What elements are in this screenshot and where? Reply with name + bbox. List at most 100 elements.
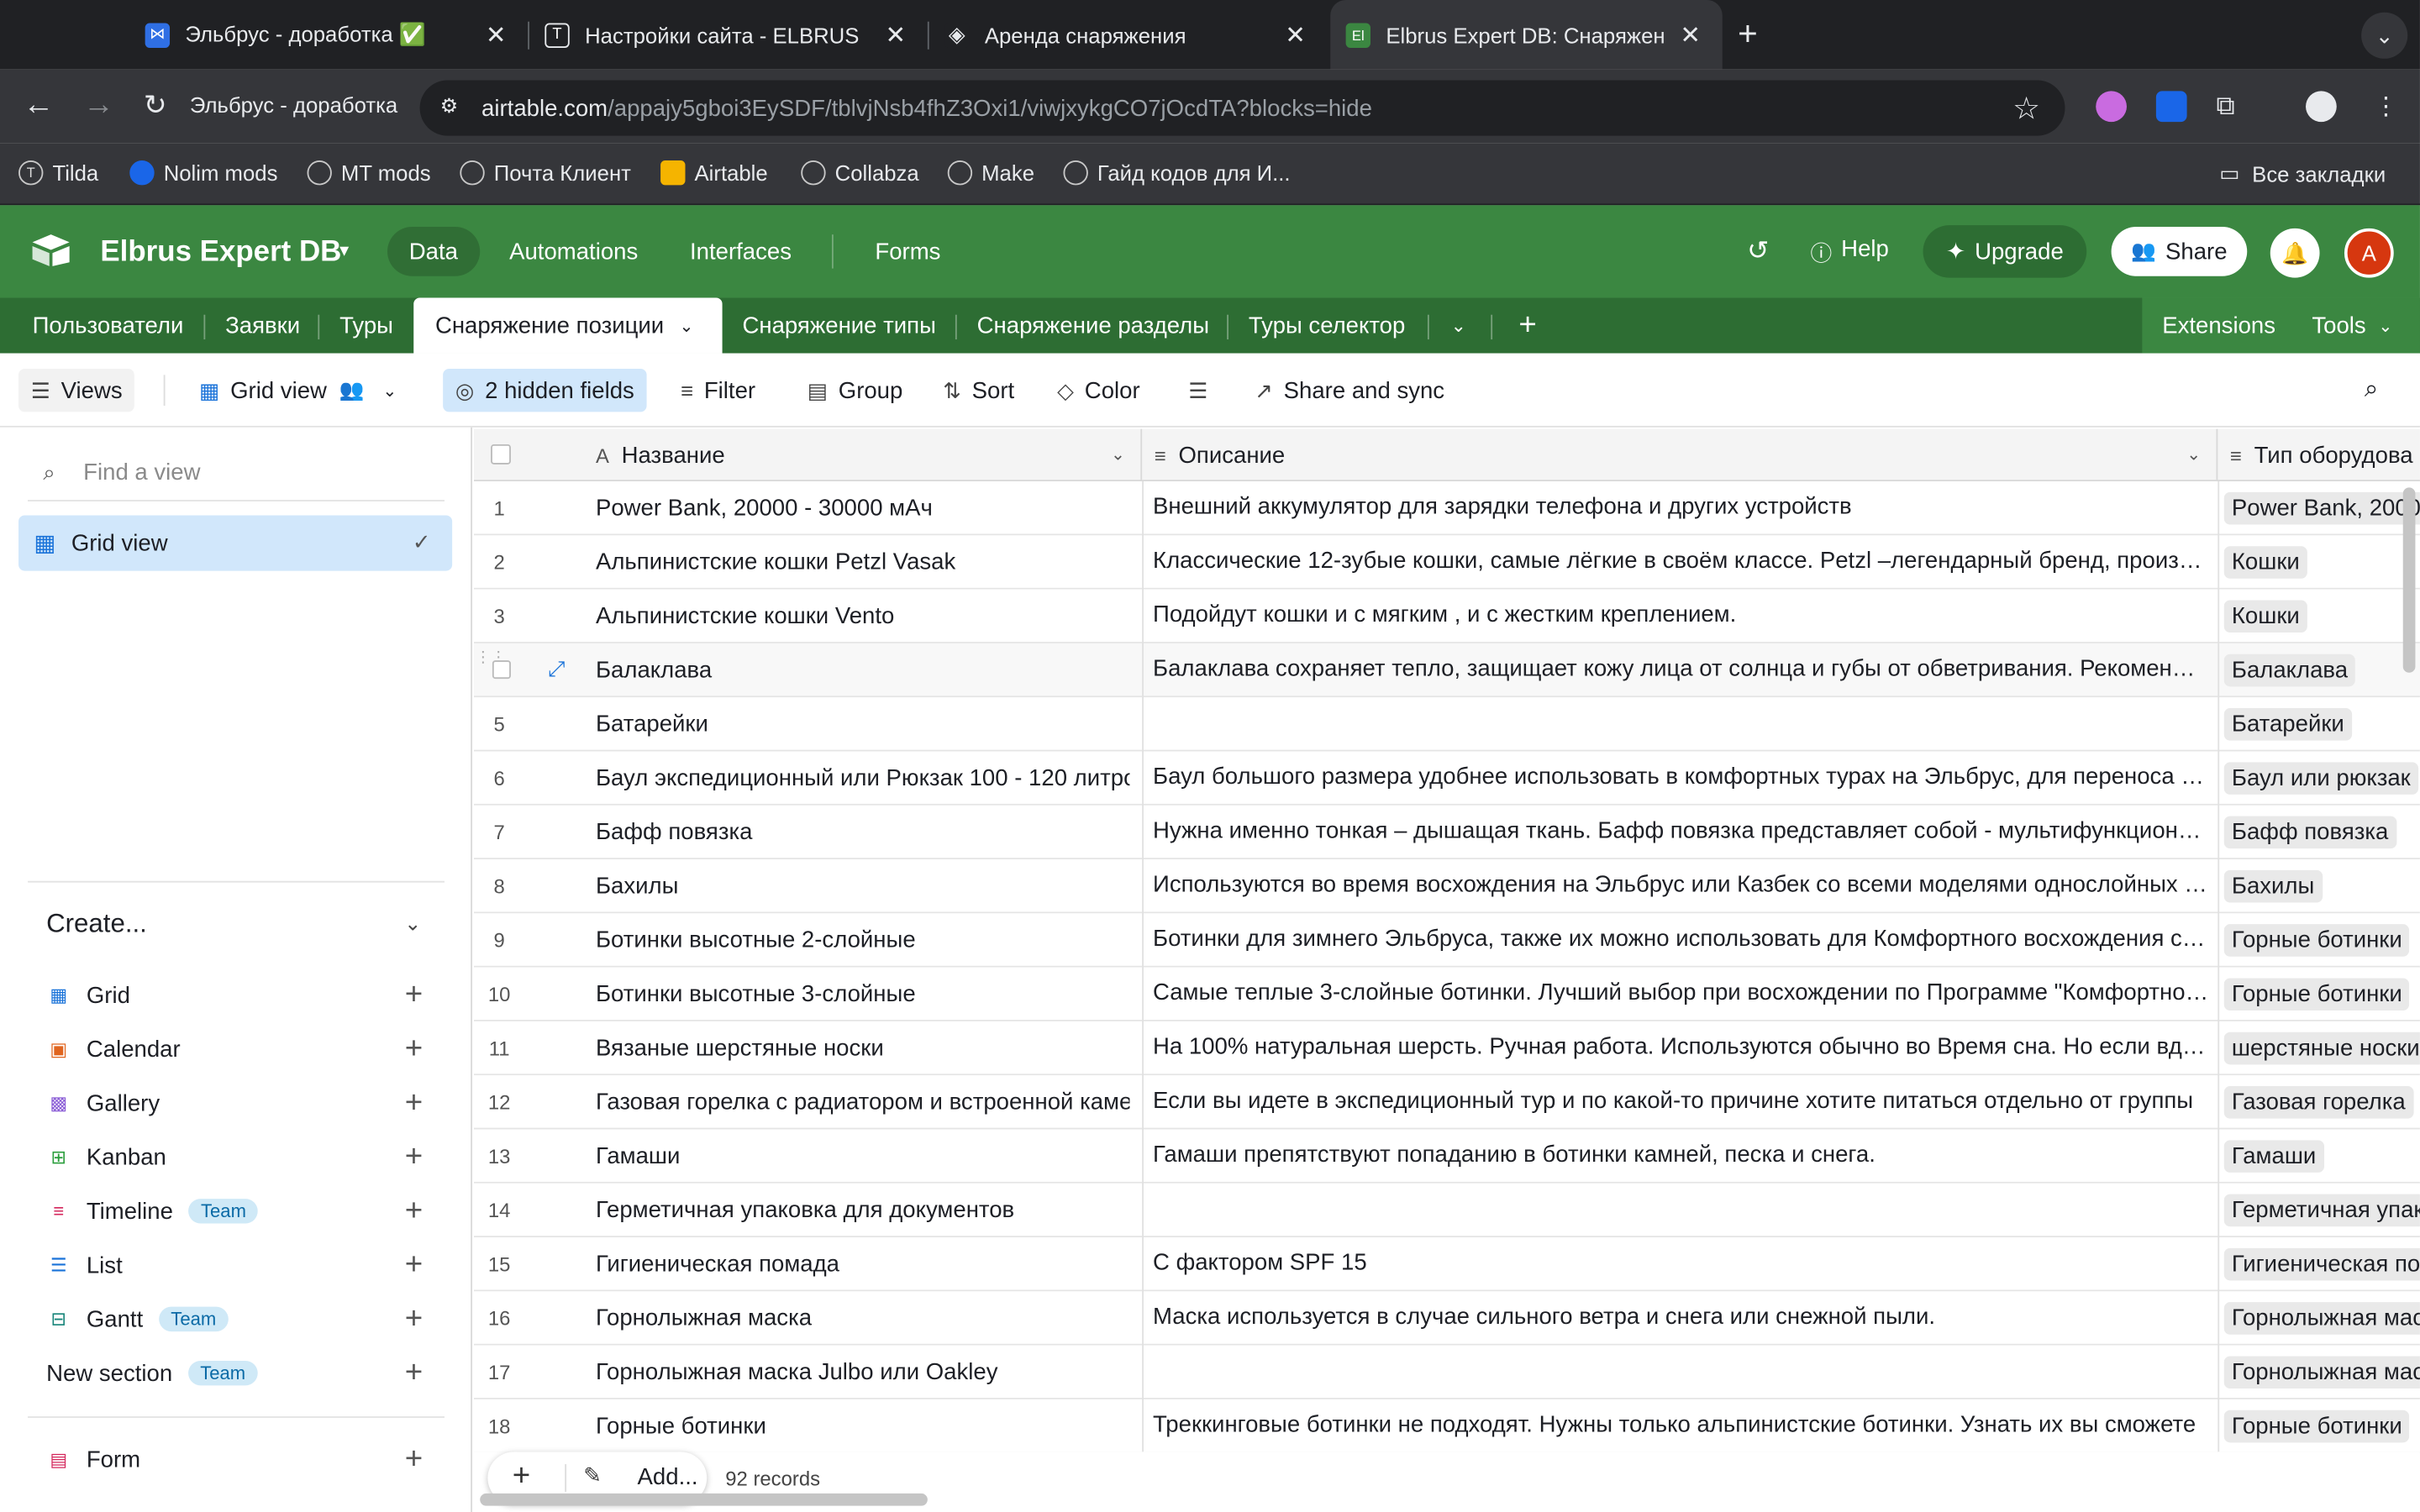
plus-icon[interactable]: + (405, 1139, 423, 1174)
table-row[interactable]: 3 Альпинистские кошки Vento Подойдут кошки… (473, 589, 2420, 643)
browser-tab[interactable]: T Настройки сайта - ELBRUS E ✕ (529, 0, 928, 70)
linked-record-chip[interactable]: Горнолыжная мас (2223, 1301, 2420, 1334)
create-new-section[interactable]: New section Team + (46, 1355, 432, 1392)
magic-wand-icon[interactable]: ✎ (583, 1462, 602, 1488)
cell-description[interactable] (1153, 697, 2208, 749)
cell-type[interactable]: Балаклава (2223, 643, 2420, 696)
reload-icon[interactable]: ↻ (144, 90, 167, 123)
plus-icon[interactable]: + (405, 1194, 423, 1229)
cell-type[interactable]: Горнолыжная мас (2223, 1346, 2420, 1398)
cell-description[interactable]: Гамаши препятствуют попаданию в ботинки … (1153, 1129, 2208, 1181)
bookmark-item[interactable]: Collabza (801, 160, 919, 186)
cell-description[interactable]: Самые теплые 3-слойные ботинки. Лучший в… (1153, 968, 2208, 1020)
table-row[interactable]: 5 Батарейки Батарейки (473, 697, 2420, 752)
plus-icon[interactable]: + (405, 1032, 423, 1067)
table-row[interactable]: 16 Горнолыжная маска Маска используется в … (473, 1291, 2420, 1346)
bookmark-item[interactable]: Почта Клиент (460, 160, 631, 186)
drag-handle-icon[interactable]: ⋮⋮ (476, 650, 507, 685)
browser-menu-icon[interactable]: ⋮ (2374, 91, 2398, 122)
linked-record-chip[interactable]: Горные ботинки (2223, 1409, 2410, 1442)
close-tab-icon[interactable]: ✕ (1285, 20, 1306, 51)
cell-name[interactable]: Горнолыжная маска Julbo или Oakley (596, 1346, 1129, 1398)
cell-type[interactable]: Газовая горелка (2223, 1075, 2420, 1127)
column-header-name[interactable]: A Название ⌄ (574, 428, 1143, 482)
plus-icon[interactable]: + (405, 1356, 423, 1391)
address-bar[interactable]: ⚙ airtable.com/appajy5gboi3EySDF/tblvjNs… (419, 80, 2065, 136)
table-row[interactable]: 6 Баул экспедиционный или Рюкзак 100 - 12… (473, 751, 2420, 806)
bookmark-item[interactable]: Nolim mods (129, 160, 277, 186)
cell-description[interactable]: Балаклава сохраняет тепло, защищает кожу… (1153, 643, 2208, 696)
cell-type[interactable]: Кошки (2223, 590, 2420, 642)
column-header-type[interactable]: ≡ Тип оборудова (2217, 429, 2420, 481)
bookmark-item[interactable]: Airtable (660, 160, 768, 186)
cell-description[interactable]: Ботинки для зимнего Эльбруса, также их м… (1153, 913, 2208, 965)
back-arrow-icon[interactable]: ← (24, 88, 55, 123)
add-table-icon[interactable]: + (1518, 297, 1536, 353)
extension-icon[interactable] (2155, 91, 2187, 123)
linked-record-chip[interactable]: Горнолыжная мас (2223, 1355, 2420, 1389)
cell-type[interactable]: Горнолыжная мас (2223, 1291, 2420, 1343)
linked-record-chip[interactable]: Горные ботинки (2223, 923, 2410, 956)
cell-name[interactable]: Бахилы (596, 859, 1129, 911)
linked-record-chip[interactable]: Герметичная упак (2223, 1193, 2420, 1226)
cell-type[interactable]: Кошки (2223, 535, 2420, 587)
linked-record-chip[interactable]: Балаклава (2223, 653, 2356, 686)
all-bookmarks[interactable]: ▭ Все закладки (2219, 160, 2386, 186)
tab-search-chevron-icon[interactable]: ⌄ (2361, 12, 2408, 59)
cell-description[interactable]: Классические 12-зубые кошки, самые лёгки… (1153, 535, 2208, 587)
plus-icon[interactable]: + (405, 1441, 423, 1477)
linked-record-chip[interactable]: Кошки (2223, 599, 2307, 633)
cell-type[interactable]: Горные ботинки (2223, 913, 2420, 965)
cell-type[interactable]: Power Bank, 20000 (2223, 481, 2420, 533)
profile-avatar-icon[interactable] (2306, 91, 2337, 123)
create-gallery[interactable]: ▩ Gallery + (46, 1084, 432, 1121)
linked-record-chip[interactable]: шерстяные носки (2223, 1031, 2420, 1064)
chevron-down-icon[interactable]: ⌄ (680, 316, 694, 335)
linked-record-chip[interactable]: Бафф повязка (2223, 815, 2396, 848)
linked-record-chip[interactable]: Бахилы (2223, 869, 2323, 902)
bookmark-item[interactable]: Гайд кодов для И... (1063, 160, 1291, 186)
horizontal-scrollbar[interactable] (480, 1493, 928, 1506)
history-icon[interactable]: ↺ (1747, 236, 1769, 267)
browser-tab[interactable]: ◈ Аренда снаряжения ✕ (929, 0, 1328, 70)
table-tab[interactable]: Снаряжение разделы (977, 297, 1209, 353)
chevron-down-icon[interactable]: ▾ (339, 239, 349, 261)
table-row[interactable]: 14 Герметичная упаковка для документов Гер… (473, 1183, 2420, 1238)
cell-description[interactable]: Нужна именно тонкая – дышащая ткань. Баф… (1153, 806, 2208, 858)
row-height-button[interactable]: ☰ (1176, 369, 1220, 412)
cell-name[interactable]: Герметичная упаковка для документов (596, 1184, 1129, 1236)
chevron-down-icon[interactable]: ⌄ (2186, 444, 2201, 465)
cell-name[interactable]: Гигиеническая помада (596, 1237, 1129, 1289)
table-row[interactable]: 1 Power Bank, 20000 - 30000 мАч Внешний ак… (473, 481, 2420, 536)
color-button[interactable]: ◇ Color (1044, 369, 1152, 412)
table-row[interactable]: 12 Газовая горелка с радиатором и встроен… (473, 1075, 2420, 1130)
nav-interfaces[interactable]: Interfaces (668, 227, 813, 276)
cell-name[interactable]: Гамаши (596, 1129, 1129, 1181)
plus-icon[interactable]: + (405, 978, 423, 1013)
cell-type[interactable]: Баул или рюкзак (2223, 751, 2420, 803)
cell-description[interactable]: Если вы идете в экспедиционный тур и по … (1153, 1075, 2208, 1127)
cell-name[interactable]: Балаклава (596, 643, 1129, 696)
view-switcher[interactable]: ▦ Grid view 👥 ⌄ (187, 369, 409, 412)
chevron-down-icon[interactable]: ⌄ (404, 911, 421, 936)
cell-description[interactable]: На 100% натуральная шерсть. Ручная работ… (1153, 1021, 2208, 1074)
cell-name[interactable]: Баул экспедиционный или Рюкзак 100 - 120… (596, 751, 1129, 803)
create-list[interactable]: ☰ List + (46, 1247, 432, 1284)
table-row[interactable]: 15 Гигиеническая помада С фактором SPF 15 Г… (473, 1237, 2420, 1292)
table-tab[interactable]: Туры селектор (1249, 297, 1405, 353)
extensions-button[interactable]: Extensions (2162, 297, 2275, 353)
select-all-checkbox[interactable] (491, 444, 511, 465)
cell-name[interactable]: Вязаные шерстяные носки (596, 1021, 1129, 1074)
new-tab-icon[interactable]: + (1738, 14, 1758, 55)
bookmark-item[interactable]: Make (947, 160, 1034, 186)
more-tables-chevron-icon[interactable]: ⌄ (1450, 297, 1465, 353)
cell-name[interactable]: Альпинистские кошки Vento (596, 590, 1129, 642)
create-timeline[interactable]: ≡ Timeline Team + (46, 1193, 432, 1230)
view-item-grid[interactable]: ▦ Grid view ✓ (18, 515, 453, 571)
create-grid[interactable]: ▦ Grid + (46, 977, 432, 1014)
add-record-icon[interactable]: + (513, 1460, 530, 1495)
cell-name[interactable]: Горные ботинки (596, 1399, 1129, 1452)
user-avatar[interactable]: A (2344, 228, 2394, 278)
table-row[interactable]: 7 Бафф повязка Нужна именно тонкая – дышащ… (473, 805, 2420, 860)
cell-name[interactable]: Power Bank, 20000 - 30000 мАч (596, 481, 1129, 533)
